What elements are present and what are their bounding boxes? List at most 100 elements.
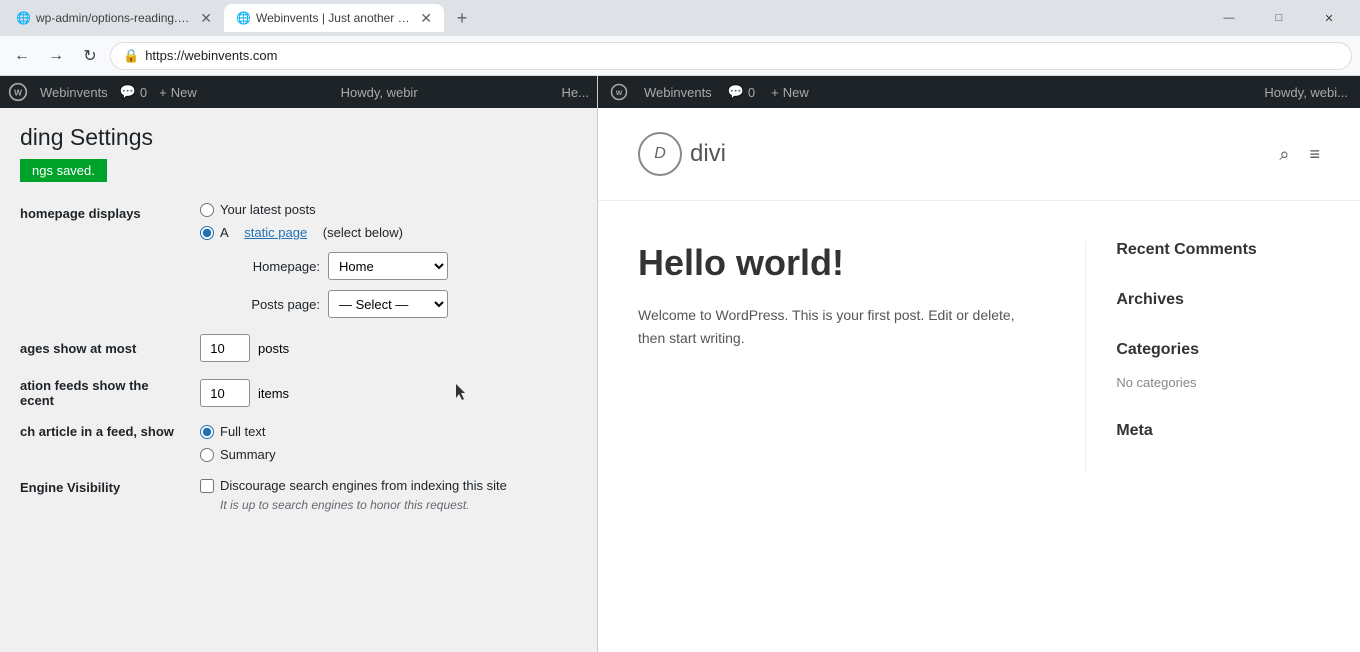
archives-heading: Archives [1116, 291, 1320, 309]
wp-admin-bar: W Webinvents 💬 0 + New Howdy, webir He..… [0, 76, 597, 108]
close-button[interactable]: ✕ [1306, 4, 1352, 32]
tab-wp-admin[interactable]: 🌐 wp-admin/options-reading.php ✕ [4, 4, 224, 32]
posts-count-input[interactable] [200, 334, 250, 362]
site-header-icons: ⌕ ≡ [1279, 144, 1320, 165]
archives-section: Archives [1116, 291, 1320, 309]
posts-count-label: ages show at most [20, 341, 200, 356]
comments-count: 0 [140, 85, 147, 100]
refresh-button[interactable]: ↻ [76, 42, 104, 70]
no-categories: No categories [1116, 375, 1196, 390]
summary-option[interactable]: Summary [200, 447, 276, 462]
new-content-item[interactable]: + New [159, 85, 197, 100]
full-text-label: Full text [220, 424, 266, 439]
bubble-icon: 💬 [120, 84, 136, 100]
howdy-text-wp: Howdy, webir [341, 85, 418, 100]
site-name-bar: Webinvents [644, 85, 712, 100]
tab-webinvents[interactable]: 🌐 Webinvents | Just another Word... ✕ [224, 4, 444, 32]
feed-format-label: ch article in a feed, show [20, 424, 200, 462]
divi-text: divi [690, 140, 726, 168]
menu-icon[interactable]: ≡ [1309, 144, 1320, 165]
homepage-label: homepage displays [20, 202, 200, 318]
summary-label: Summary [220, 447, 276, 462]
svg-text:W: W [14, 87, 22, 97]
site-header: D divi ⌕ ≡ [598, 108, 1360, 201]
search-engine-checkbox[interactable] [200, 479, 214, 493]
posts-page-label: Posts page: [220, 297, 320, 312]
tab-favicon-wp: 🌐 [16, 11, 30, 25]
search-icon[interactable]: ⌕ [1279, 144, 1289, 165]
option2-prefix: A [220, 225, 229, 240]
static-page-option[interactable]: A static page (select below) [200, 225, 577, 240]
homepage-select[interactable]: Home [328, 252, 448, 280]
site-howdy-text: Howdy, webi... [1264, 85, 1348, 100]
site-logo: D divi [638, 132, 726, 176]
address-bar[interactable]: 🔒 https://webinvents.com [110, 42, 1352, 70]
site-comments-item[interactable]: 💬 0 [728, 84, 755, 100]
site-content: Hello world! Welcome to WordPress. This … [598, 201, 1360, 512]
help-link[interactable]: He... [562, 85, 589, 100]
site-bubble-icon: 💬 [728, 84, 744, 100]
tab-close-wp[interactable]: ✕ [200, 10, 212, 27]
feeds-field: items [200, 379, 289, 407]
post-title: Hello world! [638, 241, 1045, 284]
posts-page-select[interactable]: — Select — [328, 290, 448, 318]
site-name-item[interactable]: Webinvents [40, 85, 108, 100]
latest-posts-radio[interactable] [200, 203, 214, 217]
wp-content-area: ding Settings ngs saved. homepage displa… [0, 108, 597, 528]
tab-bar: 🌐 wp-admin/options-reading.php ✕ 🌐 Webin… [0, 0, 1360, 36]
main-area: W Webinvents 💬 0 + New Howdy, webir He..… [0, 76, 1360, 652]
forward-button[interactable]: → [42, 42, 70, 70]
posts-count-field: posts [200, 334, 289, 362]
minimize-button[interactable]: — [1206, 4, 1252, 32]
lock-icon: 🔒 [123, 48, 139, 64]
feed-format-section: ch article in a feed, show Full text Sum… [20, 424, 577, 462]
feeds-count-input[interactable] [200, 379, 250, 407]
homepage-radio-group: Your latest posts A static page (select … [200, 202, 577, 240]
window-controls: — □ ✕ [1198, 0, 1360, 36]
tab-close-site[interactable]: ✕ [420, 10, 432, 27]
static-page-link[interactable]: static page [244, 225, 307, 240]
full-text-radio[interactable] [200, 425, 214, 439]
new-tab-button[interactable]: + [448, 4, 476, 32]
divi-d-letter: D [654, 145, 666, 163]
search-engine-label: Engine Visibility [20, 478, 200, 512]
comments-item[interactable]: 💬 0 [120, 84, 147, 100]
full-text-option[interactable]: Full text [200, 424, 276, 439]
saved-message: ngs saved. [20, 159, 107, 182]
meta-section: Meta [1116, 422, 1320, 440]
maximize-button[interactable]: □ [1256, 4, 1302, 32]
feed-format-field: Full text Summary [200, 424, 276, 462]
site-wp-logo[interactable]: W [610, 83, 628, 101]
static-page-radio[interactable] [200, 226, 214, 240]
homepage-section: homepage displays Your latest posts A st… [20, 202, 577, 318]
posts-page-row: Posts page: — Select — [200, 290, 577, 318]
search-engine-description: It is up to search engines to honor this… [220, 498, 469, 512]
search-engine-checkbox-text: Discourage search engines from indexing … [220, 478, 507, 493]
post-excerpt: Welcome to WordPress. This is your first… [638, 304, 1045, 349]
categories-section: Categories No categories [1116, 341, 1320, 390]
feeds-suffix: items [258, 386, 289, 401]
site-new-item[interactable]: + New [771, 85, 809, 100]
search-engine-desc: It is up to search engines to honor this… [200, 497, 507, 512]
site-name-bar-item[interactable]: Webinvents [644, 85, 712, 100]
sidebar: Recent Comments Archives Categories No c… [1085, 241, 1320, 472]
site-comments-count: 0 [748, 85, 755, 100]
recent-comments-section: Recent Comments [1116, 241, 1320, 259]
new-label: New [171, 85, 197, 100]
latest-posts-option[interactable]: Your latest posts [200, 202, 577, 217]
homepage-field: Your latest posts A static page (select … [200, 202, 577, 318]
site-admin-bar: W Webinvents 💬 0 + New Howdy, webi... [598, 76, 1360, 108]
categories-heading: Categories [1116, 341, 1320, 359]
search-engine-field: Discourage search engines from indexing … [200, 478, 507, 512]
latest-posts-label: Your latest posts [220, 202, 316, 217]
search-engine-row: Engine Visibility Discourage search engi… [20, 478, 577, 512]
option2-suffix: (select below) [323, 225, 403, 240]
search-engine-checkbox-label[interactable]: Discourage search engines from indexing … [200, 478, 507, 493]
page-title: ding Settings [20, 124, 577, 151]
wp-logo-item[interactable]: W [8, 82, 28, 102]
posts-count-section: ages show at most posts [20, 334, 577, 362]
settings-form: homepage displays Your latest posts A st… [20, 202, 577, 512]
back-button[interactable]: ← [8, 42, 36, 70]
summary-radio[interactable] [200, 448, 214, 462]
homepage-selector-row: Homepage: Home [200, 252, 577, 280]
